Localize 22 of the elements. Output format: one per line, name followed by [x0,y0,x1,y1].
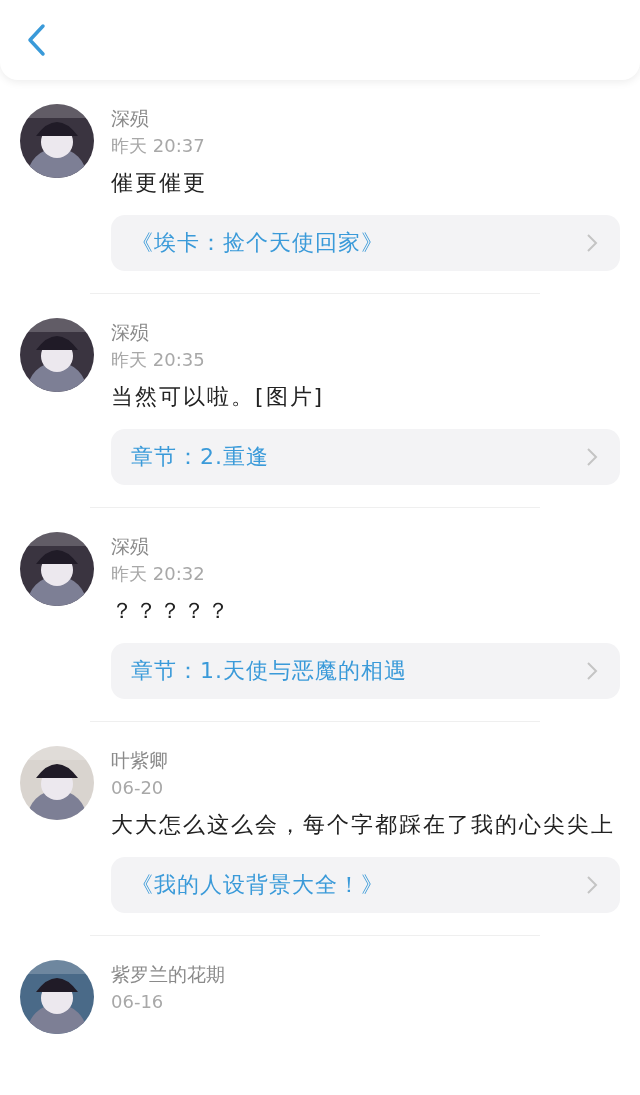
user-name: 深殒 [111,320,150,345]
source-link[interactable]: 《埃卡：捡个天使回家》 [111,215,620,271]
comment-text: 大大怎么这么会，每个字都踩在了我的心尖尖上 [111,811,616,839]
chevron-icon [586,447,598,467]
user-name: 深殒 [111,534,150,559]
comment-time: 06-20 [111,776,165,800]
comment-text: 催更催更 [111,169,208,197]
comment-text: ？？？？？ [111,597,232,625]
source-link[interactable]: 章节：2.重逢 [111,429,620,485]
user-name: 深殒 [111,106,150,131]
source-link[interactable]: 章节：1.天使与恶魔的相遇 [111,643,620,699]
comment-time: 06-16 [111,990,165,1014]
chevron-icon [586,875,598,895]
comment-time: 昨天 20:37 [111,134,206,158]
comment-text: 当然可以啦。[图片] [111,383,326,411]
chevron-icon [586,661,598,681]
user-name: 叶紫卿 [111,748,169,773]
source-link[interactable]: 《我的人设背景大全！》 [111,857,620,913]
comment-time: 昨天 20:35 [111,348,206,372]
chevron-icon [586,233,598,253]
user-name: 紫罗兰的花期 [111,962,226,987]
comment-time: 昨天 20:32 [111,562,206,586]
